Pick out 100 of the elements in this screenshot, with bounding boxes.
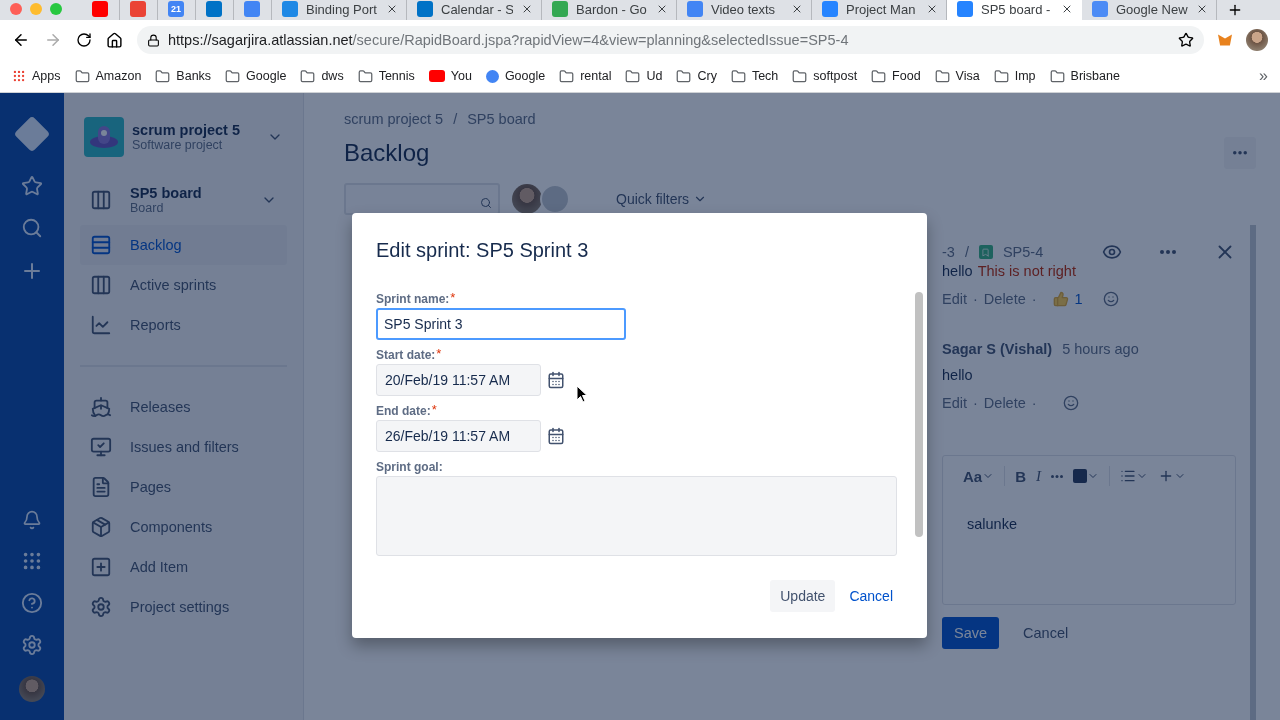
cancel-button[interactable]: Cancel [843,580,899,612]
smiley-icon[interactable] [1102,291,1119,307]
story-icon [978,245,993,259]
bookmark[interactable]: Visa [934,68,980,84]
address-bar[interactable]: https://sagarjira.atlassian.net/secure/RapidBoard.jspa?rapidView=4&view=planning&selectedIssue=SP5-4 [137,26,1204,54]
bookmark[interactable]: rental [559,68,612,84]
site-icon [244,1,260,17]
cursor-icon [576,385,588,403]
close-icon[interactable] [386,3,398,15]
browser-tab[interactable]: Bardon - Go [542,0,677,20]
bookmark[interactable]: Tennis [357,68,415,84]
comment-text: This is not right [977,263,1076,279]
field-label: Sprint goal: [376,460,443,474]
action-separator: · [1031,291,1037,307]
settings-icon [21,634,43,656]
folder-icon [559,68,575,84]
browser-tab[interactable]: Binding Port [272,0,407,20]
eye-icon[interactable] [1102,242,1122,262]
calendar-icon[interactable] [547,371,565,389]
package-icon [90,516,112,538]
list-button[interactable] [1120,468,1149,484]
bookmark[interactable]: Ud [625,68,663,84]
close-window-button[interactable] [10,3,22,15]
folder-icon [934,68,950,84]
breadcrumb-separator: / [453,111,458,127]
color-swatch-icon [1073,469,1088,483]
browser-tab[interactable]: SP5 board - [947,0,1082,20]
new-tab-icon[interactable] [1227,2,1243,18]
bookmark[interactable]: Banks [155,68,212,84]
required-mark: * [431,402,437,417]
bookmark[interactable]: Apps [12,69,61,83]
scrollbar-thumb[interactable] [915,292,923,537]
play-icon [428,70,445,82]
board-name: SP5 board [130,185,203,201]
calendar-icon[interactable] [547,427,565,445]
site-icon [206,1,222,17]
more-icon[interactable] [1160,250,1176,254]
user-avatar[interactable] [512,184,542,214]
goal-field[interactable] [376,476,897,556]
board-icon [90,189,112,211]
close-icon[interactable] [521,3,533,15]
bookmark[interactable]: You [428,69,472,83]
comment-text: hello [942,263,973,279]
folder-icon [357,68,373,84]
folder-icon [1049,68,1065,84]
bookmark[interactable]: Google [485,69,546,83]
bookmark[interactable]: Tech [730,68,779,84]
star-icon [1178,32,1194,48]
browser-tab[interactable]: Google New [1082,0,1217,20]
bookmark[interactable]: softpost [792,68,858,84]
sprint-name-field[interactable]: SP5 Sprint 3 [376,308,626,340]
action-separator: · [973,291,978,307]
close-icon[interactable] [791,3,803,15]
comment-time: 5 hours ago [1062,341,1139,357]
more-icon [1233,151,1247,155]
search-icon [21,217,43,239]
smiley-icon[interactable] [1062,395,1079,411]
update-button[interactable]: Update [770,580,836,612]
browser-tab[interactable]: 21 [158,0,196,20]
folder-icon [993,68,1009,84]
comment-author: Sagar S (Vishal) [942,341,1053,357]
profile-avatar[interactable] [1246,29,1268,51]
bookmark[interactable]: Google [225,68,287,84]
bookmark[interactable]: dws [300,68,344,84]
required-mark: * [450,290,456,305]
close-icon[interactable] [926,3,938,15]
field-label: End date: [376,404,431,418]
more-bookmarks[interactable]: » [1259,67,1268,85]
close-icon[interactable] [1061,3,1073,15]
folder-icon [676,68,692,84]
browser-tab[interactable]: Project Man [812,0,947,20]
site-icon [130,1,146,17]
site-icon [1092,1,1108,17]
close-icon[interactable] [656,3,668,15]
date-field[interactable]: 26/Feb/19 11:57 AM [376,420,541,452]
add-page-icon [90,556,112,578]
search-field[interactable] [344,183,500,215]
comment-editor[interactable]: Aa B I salunke [942,455,1236,605]
bookmark[interactable]: Brisbane [1049,68,1120,84]
board-type: Board [130,201,165,215]
bookmark[interactable]: Imp [993,68,1036,84]
help-icon [21,592,43,614]
more-icon[interactable] [1051,474,1064,478]
browser-tab[interactable]: Calendar - S [407,0,542,20]
breadcrumb-separator: / [964,244,969,260]
folder-icon [730,68,746,84]
bookmark[interactable]: Amazon [74,68,142,84]
settings-icon [90,596,112,618]
close-icon[interactable] [1196,3,1208,15]
project-avatar [84,117,124,157]
fox-icon[interactable] [1218,33,1232,47]
bookmark[interactable]: Food [871,68,921,84]
date-field[interactable]: 20/Feb/19 11:57 AM [376,364,541,396]
more-button[interactable] [1224,137,1256,169]
project-name: scrum project 5 [132,122,241,138]
browser-tab[interactable]: Video texts [677,0,812,20]
editor-text: salunke [966,515,1018,534]
bookmark[interactable]: Cry [676,68,717,84]
text-color-button[interactable] [1073,469,1100,483]
insert-button[interactable] [1158,468,1187,484]
